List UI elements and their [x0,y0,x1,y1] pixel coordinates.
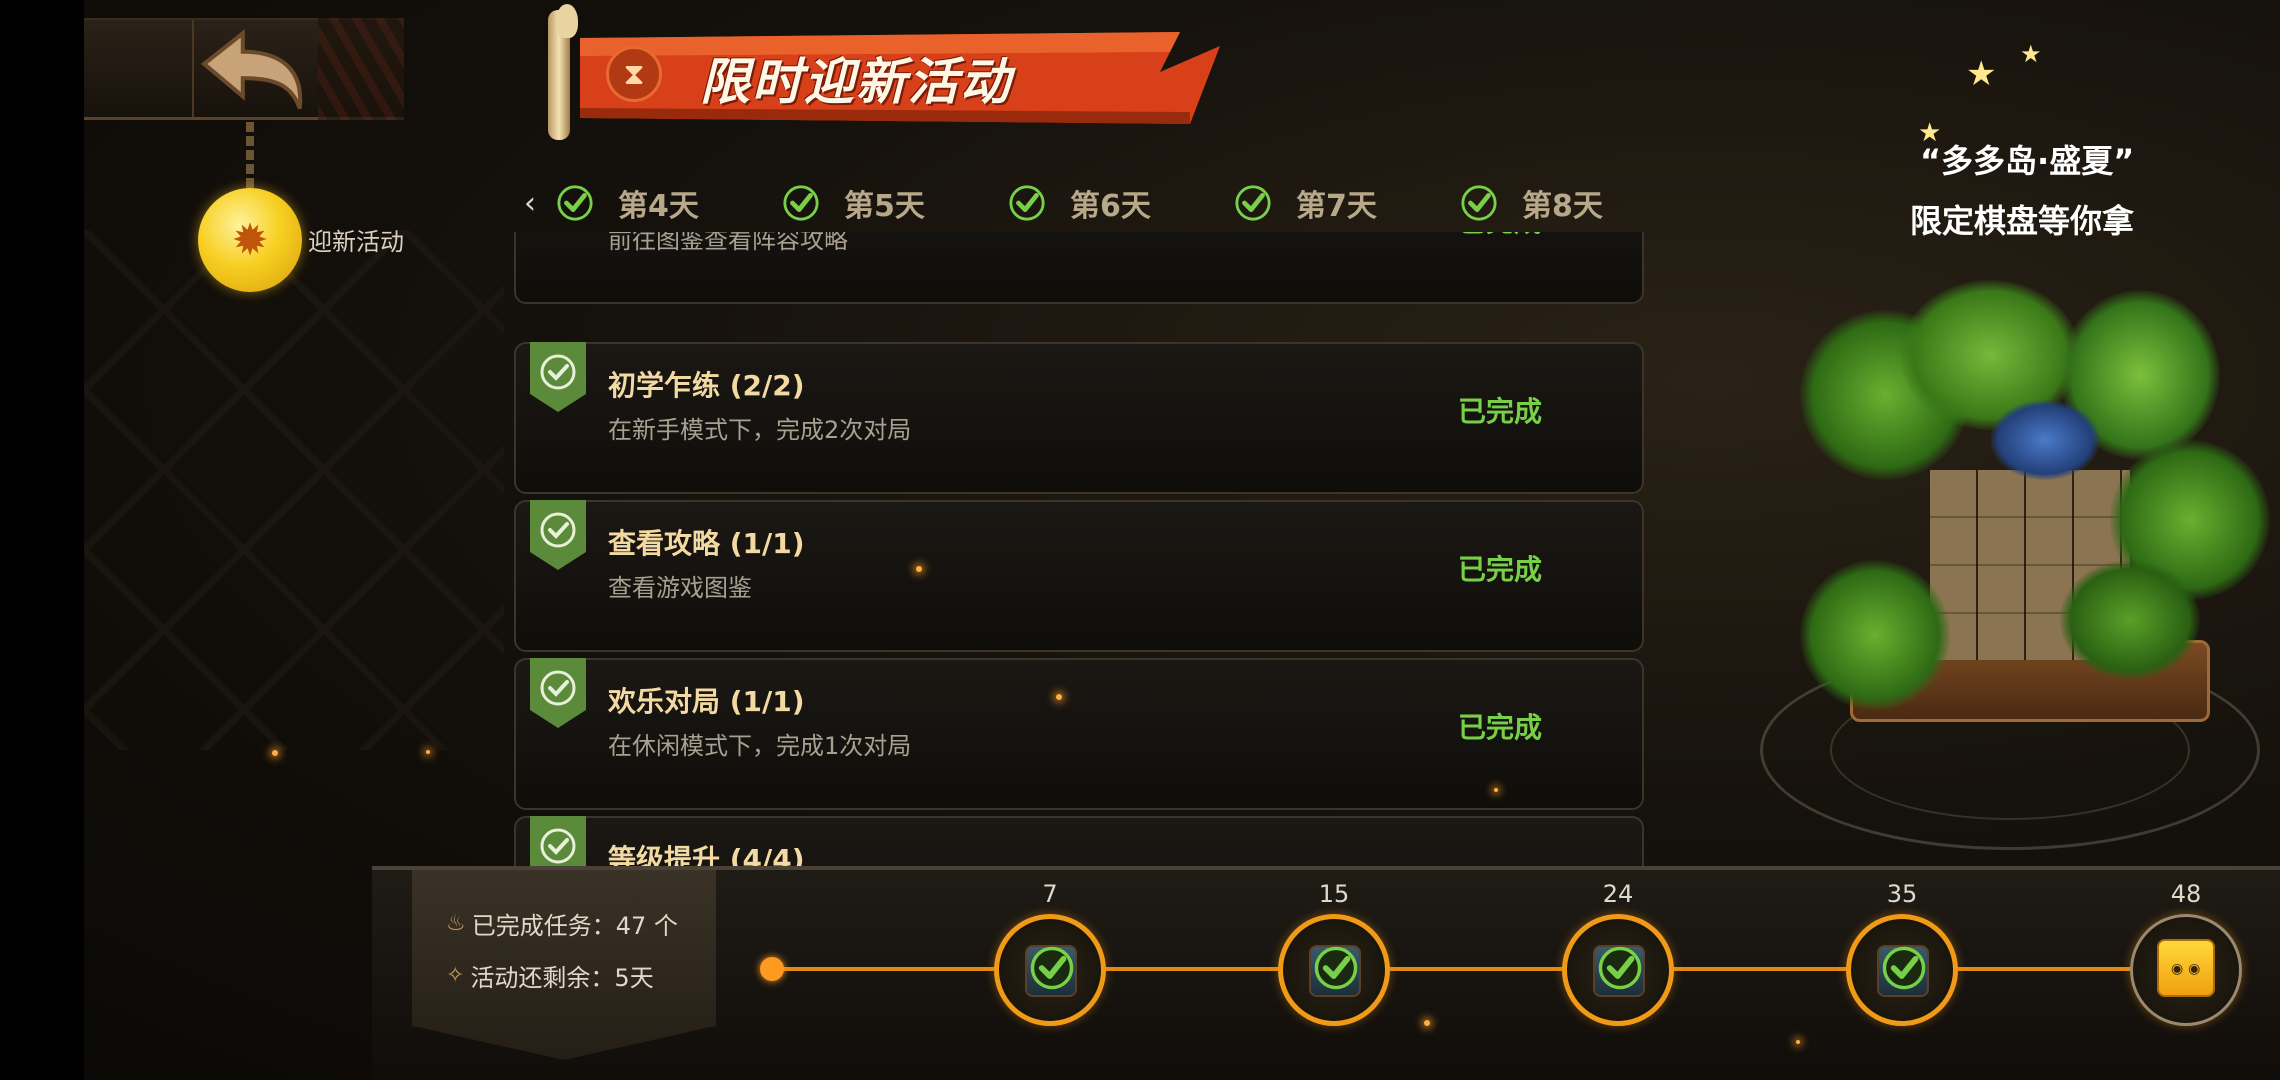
shield-check-icon [530,658,586,730]
letterbox-left [0,0,84,1080]
shield-check-icon [530,816,586,866]
task-card: 前往图鉴查看阵容攻略 已完成 [514,232,1644,304]
task-description: 在休闲模式下，完成1次对局 [608,732,912,760]
task-title: 欢乐对局 (1/1) [608,685,805,718]
tab-label: 第6天 [1070,189,1151,224]
back-button[interactable] [194,24,316,118]
task-title: 等级提升 (4/4) [608,843,805,866]
promo-subtitle: 限定棋盘等你拿 [1910,202,2135,240]
welcome-activity-medal[interactable]: ✹ [198,188,302,292]
check-icon [782,184,820,222]
shield-check-icon [530,500,586,572]
check-icon [1881,945,1927,991]
tab-day-6[interactable]: 第6天 [1008,180,1151,226]
check-icon [1460,184,1498,222]
gift-box-icon: ◉ ◉ [2157,939,2215,997]
back-arrow-icon [200,29,303,110]
milestone-count: 15 [1318,880,1350,908]
hourglass-icon: ⧗ [606,46,662,102]
check-icon [1313,945,1359,991]
tabs-scroll-left-chevron-icon[interactable]: ‹ [524,186,536,221]
promo-title: “多多岛·盛夏” [1920,142,2135,180]
game-screen: ✹ 迎新活动 ⧗ 限时迎新活动 ‹ 第4天 第5天 第6天 第7天 第8天 前往… [0,0,2280,1080]
check-icon [556,184,594,222]
spark-decoration [272,750,278,756]
progress-start-dot [760,957,784,981]
completed-tasks-text: 已完成任务：47 个 [471,912,678,940]
progress-track [772,967,2172,971]
milestone-reward-claimed[interactable] [1562,914,1674,1026]
tab-day-8[interactable]: 第8天 [1460,180,1603,226]
task-status: 已完成 [1458,553,1543,586]
blue-flower-decoration [1990,400,2100,480]
milestone-count: 24 [1602,880,1634,908]
spark-decoration [1494,788,1498,792]
shield-check-icon [530,342,586,414]
task-status: 已完成 [1458,711,1543,744]
tribal-decoration [318,18,404,120]
sparkle-icon: ✧ [446,963,465,988]
milestone-reward-claimed[interactable] [1278,914,1390,1026]
task-description: 查看游戏图鉴 [608,574,752,602]
task-title: 初学乍练 (2/2) [608,369,805,402]
task-title: 查看攻略 (1/1) [608,527,805,560]
completed-tasks-stat: ♨ 已完成任务：47 个 [446,906,678,941]
flame-icon: ✹ [231,214,269,266]
tab-label: 第5天 [844,189,925,224]
star-icon: ★ [2020,40,2042,68]
remaining-time-stat: ✧ 活动还剩余：5天 [446,958,654,993]
tab-day-7[interactable]: 第7天 [1234,180,1377,226]
palm-decoration [1800,560,1950,710]
palm-decoration [2060,560,2200,680]
task-card: 等级提升 (4/4) [514,816,1644,866]
scroll-knob-decoration [556,4,578,38]
milestone-reward-claimed[interactable] [994,914,1106,1026]
milestone-reward-claimed[interactable] [1846,914,1958,1026]
tab-label: 第4天 [618,189,699,224]
check-icon [1008,184,1046,222]
page-title: 限时迎新活动 [700,53,1012,111]
tab-label: 第8天 [1522,189,1603,224]
task-status: 已完成 [1458,232,1542,240]
spark-decoration [1796,1040,1800,1044]
task-description: 在新手模式下，完成2次对局 [608,416,912,444]
tab-label: 第7天 [1296,189,1377,224]
milestone-count: 35 [1886,880,1918,908]
chain-decoration [246,122,254,192]
check-icon [1234,184,1272,222]
tab-day-4[interactable]: 第4天 [556,180,699,226]
spark-decoration [916,566,922,572]
milestone-reward-gift[interactable]: ◉ ◉ [2130,914,2242,1026]
task-description: 前往图鉴查看阵容攻略 [608,232,848,254]
check-icon [1597,945,1643,991]
spark-decoration [426,750,430,754]
task-card: 欢乐对局 (1/1) 在休闲模式下，完成1次对局 已完成 [514,658,1644,810]
spark-decoration [1424,1020,1430,1026]
task-card: 查看攻略 (1/1) 查看游戏图鉴 已完成 [514,500,1644,652]
task-list[interactable]: 前往图鉴查看阵容攻略 已完成 初学乍练 (2/2) 在新手模式下，完成2次对局 … [514,232,1646,866]
milestone-count: 7 [1042,880,1058,908]
tab-day-5[interactable]: 第5天 [782,180,925,226]
check-icon [1029,945,1075,991]
remaining-time-text: 活动还剩余：5天 [470,964,654,992]
background-pattern [84,230,504,750]
task-status: 已完成 [1458,395,1543,428]
sidebar-item-label: 迎新活动 [308,228,404,256]
swirl-icon: ♨ [446,911,466,936]
milestone-count: 48 [2170,880,2202,908]
task-card: 初学乍练 (2/2) 在新手模式下，完成2次对局 已完成 [514,342,1644,494]
star-icon: ★ [1966,54,1997,94]
spark-decoration [1056,694,1062,700]
